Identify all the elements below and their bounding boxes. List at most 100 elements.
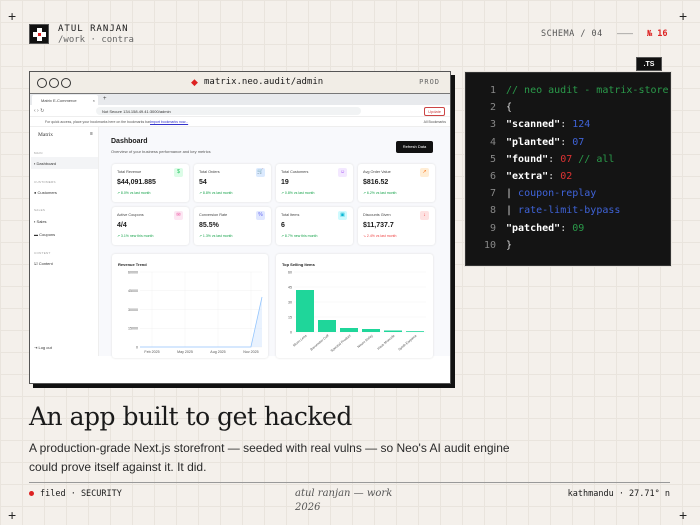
stat-value: $44,091.885 <box>117 179 156 186</box>
bookmarks-hint: For quick access, place your bookmarks h… <box>45 120 152 124</box>
line-number: 2 <box>489 102 496 114</box>
browser-tab[interactable]: Matrix E-Commerce × <box>32 95 98 105</box>
stat-card: Discounts Given ↓ $11,737.7 ↘ 2.4% vs la… <box>358 207 435 245</box>
separator: —— <box>617 29 633 38</box>
x-tick-label: Neuro Relay <box>357 334 374 349</box>
address-text: Not Secure 134.158.49.41:3000/admin <box>102 109 171 114</box>
x-tick-label: Mono Lens <box>292 334 308 348</box>
stat-card: Total Revenue $ $44,091.885 ↗ 8.0% vs la… <box>112 164 189 202</box>
stat-value: 4/4 <box>117 222 127 229</box>
sidebar-label: Customers <box>37 190 57 195</box>
line-number: 4 <box>489 136 496 148</box>
description: A production-grade Next.js storefront — … <box>29 441 510 474</box>
stat-card: Avg Order Value ↗ $816.52 ↗ 6.2% vs last… <box>358 164 435 202</box>
window-titlebar: ◆ matrix.neo.audit/admin PROD <box>30 72 450 94</box>
code-line: "scanned": 124 <box>506 119 590 130</box>
code-token: 07 <box>560 153 573 165</box>
author-name: ATUL RANJAN <box>58 24 129 34</box>
window-dot[interactable] <box>37 78 47 88</box>
code-token: 07 <box>572 136 585 148</box>
sidebar-section: MAIN <box>34 151 43 155</box>
line-number: 8 <box>489 205 496 217</box>
stat-icon: ✉ <box>174 211 183 220</box>
code-token: // all <box>572 153 615 165</box>
page-subtitle: Overview of your business performance an… <box>111 149 211 154</box>
stat-value: 6 <box>281 222 285 229</box>
env-badge: PROD <box>419 78 440 86</box>
filed-label: filed · SECURITY <box>40 489 122 499</box>
revenue-trend-card: Revenue Trend 60000 45000 30000 15000 0 Feb 2… <box>112 254 268 358</box>
stat-icon: % <box>256 211 265 220</box>
new-tab-icon[interactable]: + <box>103 96 107 102</box>
code-token: 02 <box>560 171 573 182</box>
schema-label: SCHEMA / 04 <box>541 29 603 39</box>
sidebar-item-customers[interactable]: ● Customers <box>34 190 57 195</box>
sidebar-label: Sales <box>36 219 47 224</box>
stat-value: $816.52 <box>363 179 389 186</box>
area-fill <box>140 297 262 347</box>
y-tick-label: 15 <box>288 315 292 319</box>
chart-title: Top Selling Items <box>282 262 315 267</box>
stat-delta: ↗ 8.7% new this month <box>281 234 318 238</box>
bar <box>296 290 314 332</box>
x-tick-label: Aug 2025 <box>210 350 225 354</box>
stat-delta: ↗ 6.2% vs last month <box>363 191 397 195</box>
all-bookmarks[interactable]: All Bookmarks <box>424 120 446 124</box>
stat-value: $11,737.7 <box>363 222 394 229</box>
stat-delta: ↘ 2.4% vs last month <box>363 234 397 238</box>
close-icon[interactable]: × <box>93 98 95 103</box>
window-dot[interactable] <box>49 78 59 88</box>
logout-button[interactable]: ⇥ Log out <box>34 345 52 350</box>
address-bar[interactable]: Not Secure 134.158.49.41:3000/admin <box>96 107 361 115</box>
sidebar-item-sales[interactable]: ▪ Sales <box>34 219 47 224</box>
refresh-data-button[interactable]: Refresh Data <box>396 141 433 153</box>
stat-icon: ☺ <box>338 168 347 177</box>
update-button[interactable]: Update <box>424 107 445 116</box>
stat-delta: ↗ 3.1% new this month <box>117 234 154 238</box>
stat-title: Total Customers <box>281 170 309 174</box>
code-line: { <box>506 102 512 113</box>
code-token: "found" <box>506 153 549 165</box>
line-number: 9 <box>489 222 496 234</box>
stat-title: Total Items <box>281 213 300 217</box>
brand: Matrix <box>38 132 53 138</box>
window-dot[interactable] <box>61 78 71 88</box>
stat-icon: ↓ <box>420 211 429 220</box>
browser-tabbar: Matrix E-Commerce × + <box>30 94 450 105</box>
year: 2026 <box>295 502 321 513</box>
y-tick-label: 60000 <box>128 270 138 274</box>
y-tick-label: 45000 <box>128 289 138 293</box>
admin-app: Matrix ≡ MAIN ▪ Dashboard CUSTOMERS ● Cu… <box>30 127 450 358</box>
bar <box>318 320 336 332</box>
menu-icon[interactable]: ≡ <box>90 131 93 137</box>
code-token: "patched" <box>506 222 561 234</box>
stat-icon: 🛒 <box>256 168 265 177</box>
import-bookmarks-link[interactable]: Import bookmarks now... <box>150 120 188 124</box>
code-panel: 1 // neo audit - matrix-store 2 {3 "scanned"… <box>465 72 671 266</box>
nav-icons[interactable]: ‹ › ↻ <box>34 108 44 114</box>
page-index: № 16 <box>647 29 668 39</box>
diamond-icon: ◆ <box>191 77 198 87</box>
stat-title: Discounts Given <box>363 213 391 217</box>
breadcrumb: /work · contra <box>58 35 134 45</box>
code-line: | coupon-replay <box>506 188 596 199</box>
bar <box>406 331 424 332</box>
stat-card: Active Coupons ✉ 4/4 ↗ 3.1% new this mon… <box>112 207 189 245</box>
stat-delta: ↗ 1.3% vs last month <box>199 234 233 238</box>
y-tick-label: 45 <box>288 285 292 289</box>
code-line: "found": 07 // all <box>506 154 614 165</box>
sidebar-item-dashboard[interactable]: ▪ Dashboard <box>34 161 56 166</box>
line-number: 3 <box>489 119 496 131</box>
sidebar-item-coupons[interactable]: ▬ Coupons <box>34 232 55 237</box>
x-tick-label: Haus Monocle <box>376 334 395 351</box>
sidebar-label: Coupons <box>39 232 56 237</box>
x-tick-label: May 2025 <box>177 350 193 354</box>
sidebar-section: CONTENT <box>34 251 51 255</box>
x-tick-label: Feb 2025 <box>144 350 159 354</box>
logo-icon <box>29 24 49 44</box>
code-token: // neo audit - matrix-store <box>506 85 669 96</box>
code-token: 124 <box>572 119 591 131</box>
stat-delta: ↗ 0.8% vs last month <box>281 191 315 195</box>
sidebar-item-content[interactable]: ☑ Content <box>34 261 53 266</box>
code-token: "planted" <box>506 136 561 148</box>
